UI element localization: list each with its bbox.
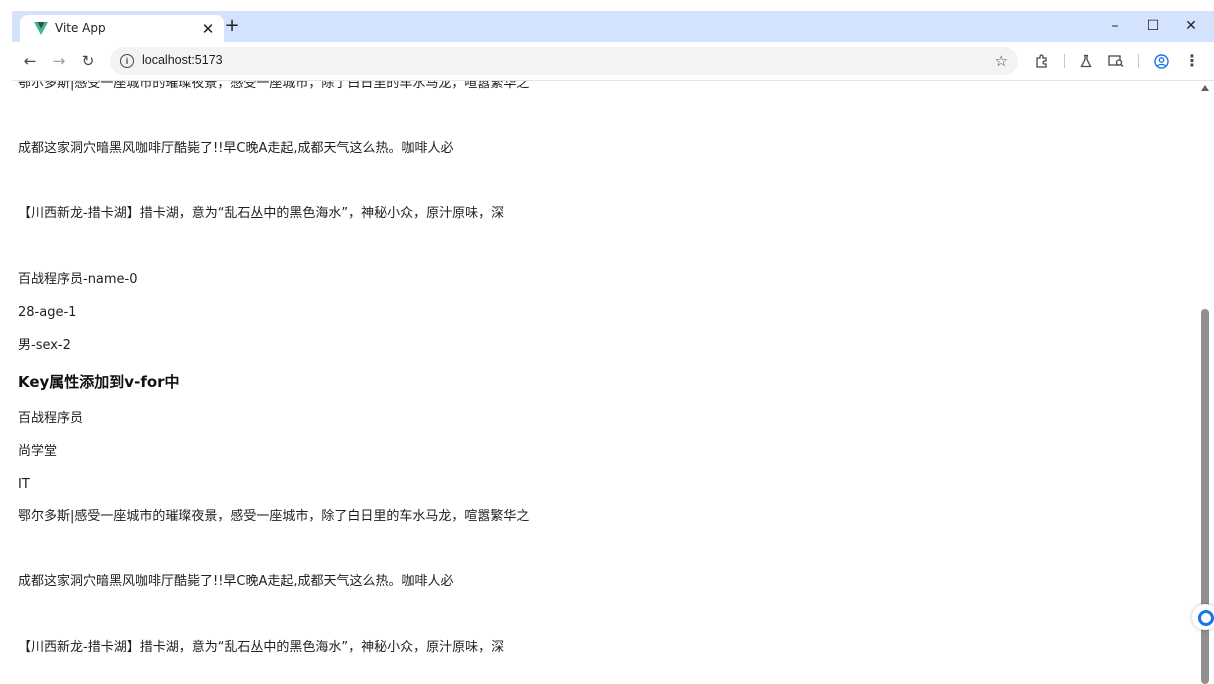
list-item: 男-sex-2 (18, 338, 71, 353)
list-item: 鄂尔多斯|感受一座城市的璀璨夜景，感受一座城市，除了白日里的车水马龙，喧嚣繁华之 (18, 81, 530, 91)
list-item: 百战程序员-name-0 (18, 272, 138, 287)
list-item: 成都这家洞穴暗黑风咖啡厅酷毙了!!早C晚A走起,成都天气这么热。咖啡人必 (18, 574, 454, 589)
page-viewport: 鄂尔多斯|感受一座城市的璀璨夜景，感受一座城市，除了白日里的车水马龙，喧嚣繁华之… (0, 81, 1198, 684)
close-window-button[interactable]: ✕ (1176, 14, 1206, 38)
list-item: 【川西新龙-措卡湖】措卡湖，意为“乱石丛中的黑色海水”，神秘小众，原汁原味，深 (18, 640, 505, 655)
back-icon[interactable]: ← (20, 51, 40, 71)
reload-icon[interactable]: ↻ (78, 51, 98, 71)
list-item: 成都这家洞穴暗黑风咖啡厅酷毙了!!早C晚A走起,成都天气这么热。咖啡人必 (18, 141, 454, 156)
list-item: 鄂尔多斯|感受一座城市的璀璨夜景，感受一座城市，除了白日里的车水马龙，喧嚣繁华之 (18, 509, 530, 524)
vue-logo-icon (34, 22, 48, 35)
scroll-up-arrow-icon[interactable] (1201, 85, 1209, 91)
tab-strip: Vite App ✕ + – ☐ ✕ (12, 11, 1214, 42)
labs-icon[interactable] (1076, 51, 1096, 71)
list-item: 尚学堂 (18, 444, 58, 459)
toolbar-separator (1064, 54, 1065, 68)
star-icon[interactable]: ☆ (995, 52, 1008, 70)
forward-icon[interactable]: → (49, 51, 69, 71)
list-item: 28-age-1 (18, 305, 77, 320)
search-tabs-icon[interactable] (1106, 51, 1126, 71)
new-tab-button[interactable]: + (222, 16, 242, 36)
side-panel-widget-icon[interactable] (1192, 604, 1214, 630)
list-item: 百战程序员 (18, 411, 84, 426)
tab-vite-app[interactable]: Vite App ✕ (20, 15, 224, 42)
toolbar-separator (1138, 54, 1139, 68)
info-icon[interactable]: i (120, 54, 134, 68)
address-bar[interactable]: i localhost:5173 ☆ (110, 47, 1018, 75)
section-heading: Key属性添加到v-for中 (18, 373, 180, 391)
extensions-icon[interactable] (1032, 51, 1052, 71)
minimize-button[interactable]: – (1100, 14, 1130, 38)
list-item: IT (18, 477, 30, 492)
vertical-scrollbar[interactable] (1198, 81, 1214, 684)
tab-title: Vite App (55, 21, 106, 35)
tab-close-icon[interactable]: ✕ (200, 21, 216, 37)
maximize-button[interactable]: ☐ (1138, 14, 1168, 38)
browser-window: Vite App ✕ + – ☐ ✕ ← → ↻ i localhost:517… (0, 0, 1214, 684)
profile-icon[interactable] (1151, 51, 1171, 71)
menu-icon[interactable]: ⋮ (1182, 51, 1202, 71)
list-item: 【川西新龙-措卡湖】措卡湖，意为“乱石丛中的黑色海水”，神秘小众，原汁原味，深 (18, 206, 505, 221)
url-text[interactable]: localhost:5173 (142, 53, 223, 67)
browser-toolbar: ← → ↻ i localhost:5173 ☆ ⋮ (12, 42, 1214, 81)
